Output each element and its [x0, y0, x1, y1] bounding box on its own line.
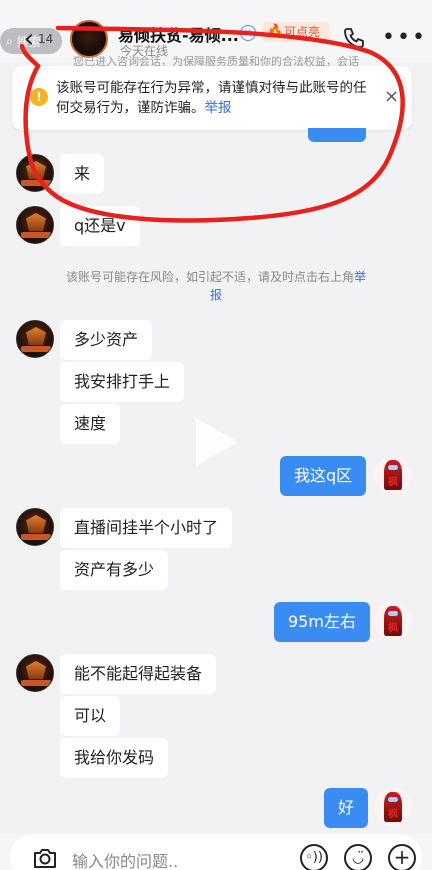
sender-avatar[interactable] [16, 320, 54, 358]
my-avatar[interactable]: 枫 [374, 602, 412, 640]
plus-icon[interactable]: + [388, 844, 416, 870]
sender-avatar[interactable] [16, 154, 54, 192]
contact-avatar[interactable] [70, 20, 108, 58]
message-bubble-outgoing[interactable]: 95m左右 [274, 602, 370, 642]
message-bubble[interactable]: 多少资产 [60, 320, 153, 360]
warning-icon: ! [30, 88, 48, 106]
camera-icon[interactable] [32, 846, 58, 870]
message-bubble[interactable]: 可以 [60, 696, 121, 736]
my-avatar[interactable]: 枫 [374, 788, 412, 826]
message-bubble[interactable]: 来 [60, 154, 105, 194]
chat-header: ⌕ 搜索 ‹ 14 易倾扶贫-易倾... v 🔥 可点亮 今天在线 ••• [0, 0, 432, 62]
message-bubble[interactable]: 我给你发码 [60, 738, 169, 778]
unread-count: 14 [38, 32, 54, 46]
warning-text: 该账号可能存在行为异常，请谨慎对待与此账号的任何交易行为，谨防诈骗。举报 [56, 78, 376, 118]
emoji-icon[interactable]: ◡̈ [344, 844, 372, 870]
message-bubble[interactable]: 直播间挂半个小时了 [60, 508, 233, 548]
flame-icon: 🔥 [267, 24, 284, 39]
more-icon[interactable]: ••• [382, 27, 427, 49]
hidden-outgoing-bubble [308, 128, 366, 142]
voice-icon[interactable]: ◦)) [300, 844, 328, 870]
close-icon[interactable]: × [384, 86, 399, 107]
system-notice-text: 该账号可能存在风险，如引起不适，请及时点击右上角 [65, 270, 354, 284]
message-bubble-outgoing[interactable]: 好 [324, 788, 369, 828]
message-bubble[interactable]: 速度 [60, 404, 121, 444]
risk-warning-card: ! 该账号可能存在行为异常，请谨慎对待与此账号的任何交易行为，谨防诈骗。举报 × [12, 66, 412, 130]
my-avatar[interactable]: 枫 [374, 456, 412, 494]
sender-avatar[interactable] [16, 654, 54, 692]
message-bubble[interactable]: q还是v [60, 206, 140, 246]
message-bubble[interactable]: 能不能起得起装备 [60, 654, 217, 694]
phone-icon[interactable] [342, 26, 366, 50]
report-link[interactable]: 举报 [205, 100, 232, 116]
search-icon: ⌕ [6, 33, 13, 48]
light-up-badge[interactable]: 🔥 可点亮 [262, 22, 331, 42]
sender-avatar[interactable] [16, 206, 54, 244]
message-bubble-outgoing[interactable]: 我这q区 [280, 456, 367, 496]
system-risk-notice: 该账号可能存在风险，如引起不适，请及时点击右上角举报 [60, 268, 372, 304]
message-input[interactable]: 输入你的问题.. ◦)) ◡̈ + [10, 834, 422, 870]
badge-label: 可点亮 [284, 25, 321, 39]
input-placeholder: 输入你的问题.. [72, 852, 179, 870]
play-icon[interactable] [196, 418, 238, 466]
input-bar: 输入你的问题.. ◦)) ◡̈ + [0, 834, 432, 870]
sender-avatar[interactable] [16, 508, 54, 546]
verified-icon: v [240, 25, 256, 41]
message-bubble[interactable]: 我安排打手上 [60, 362, 185, 402]
message-bubble[interactable]: 资产有多少 [60, 550, 169, 590]
